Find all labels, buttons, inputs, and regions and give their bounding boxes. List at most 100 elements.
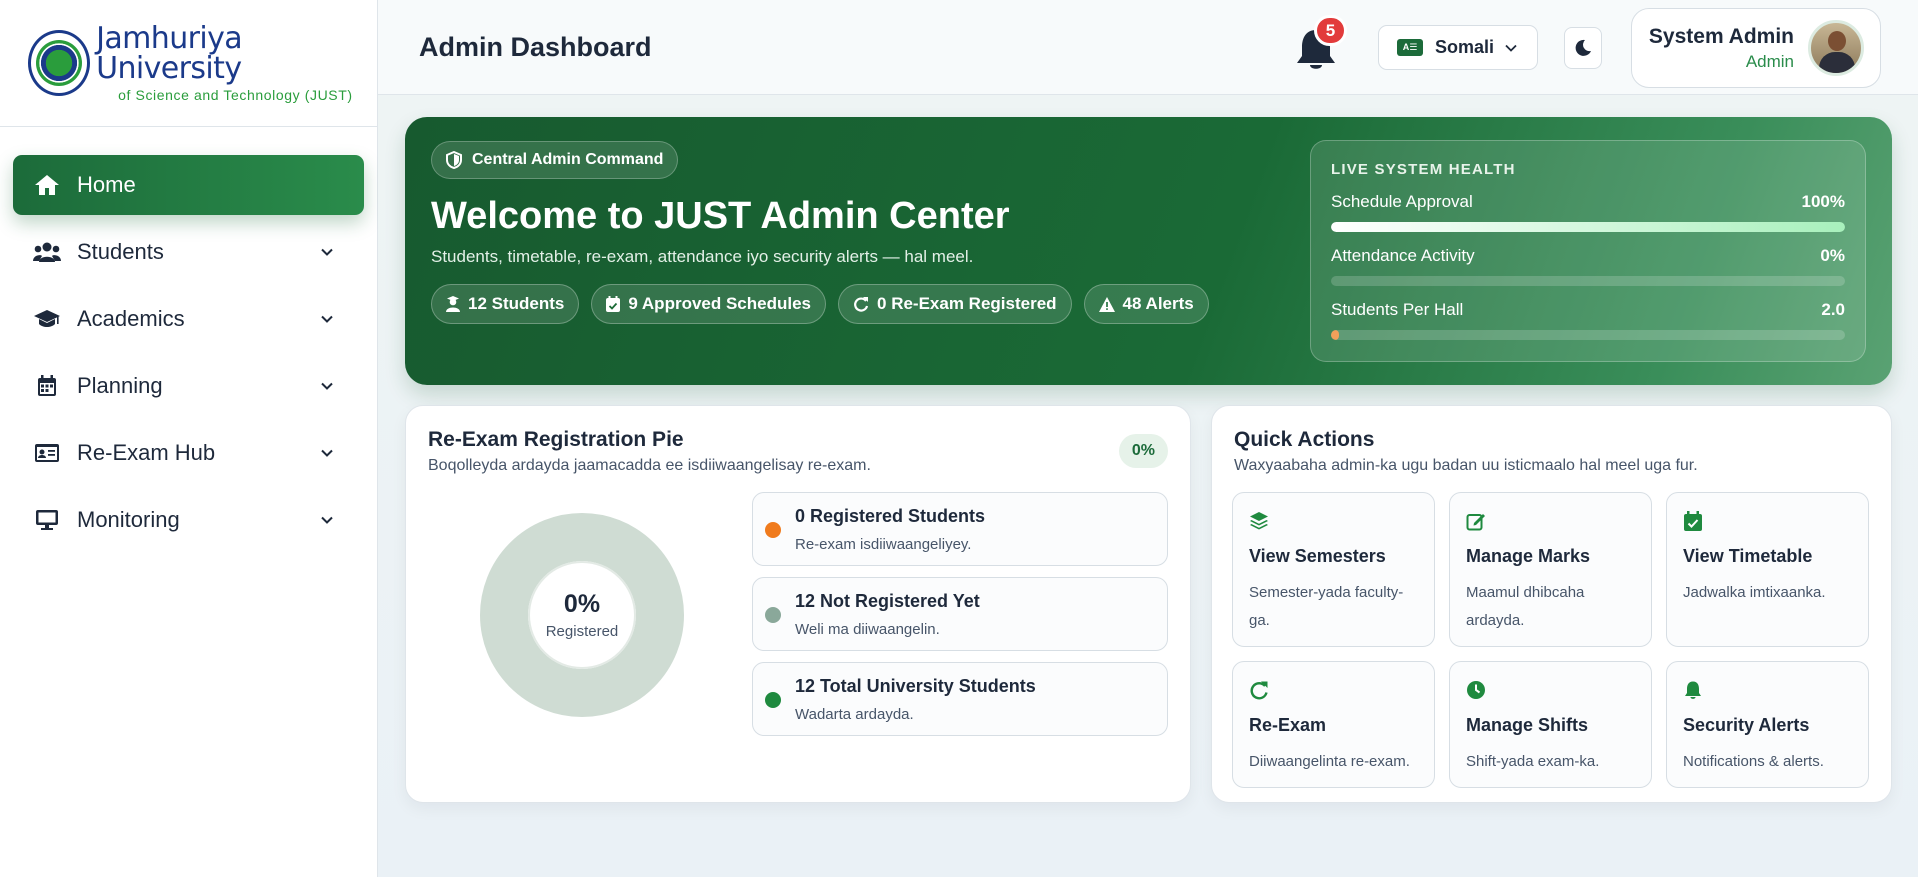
hero-subtitle: Students, timetable, re-exam, attendance… [431,247,974,266]
sidebar-item-planning[interactable]: Planning [13,356,364,416]
legend-dot [765,522,781,538]
quick-action-title: Manage Marks [1466,546,1591,566]
hero-tag: Central Admin Command [431,141,679,179]
bell-icon [1685,681,1701,699]
quick-action-desc: Maamul dhibcaha ardayda. [1466,584,1585,629]
user-profile-menu[interactable]: System Admin Admin [1631,8,1881,88]
stat-chip-alerts[interactable]: 48 Alerts [1083,284,1209,324]
sidebar-item-home[interactable]: Home [13,155,364,215]
progress-track [1331,276,1845,286]
top-header: Admin Dashboard 5 A☰ Somali System Admin… [378,0,1918,95]
page-title: Admin Dashboard [419,31,652,62]
legend-item-total-students: 12 Total University Students Wadarta ard… [752,662,1168,736]
translate-icon: A☰ [1397,39,1423,56]
metric-label: Students Per Hall [1331,300,1464,319]
university-seal-icon [28,30,91,96]
metric-value: 0% [1820,246,1845,265]
donut-percent: 0% [563,590,601,618]
metric-attendance-activity: Attendance Activity 0% [1331,246,1845,286]
sidebar: Jamhuriya University of Science and Tech… [0,0,378,877]
quick-action-desc: Jadwalka imtixaanka. [1683,584,1826,601]
theme-toggle-button[interactable] [1564,27,1602,69]
metric-label: Attendance Activity [1331,246,1475,265]
progress-fill [1331,222,1845,232]
sidebar-item-monitoring[interactable]: Monitoring [13,490,364,550]
legend-title: 12 Total University Students [795,676,1036,696]
notification-count-badge: 5 [1314,15,1347,46]
quick-action-re-exam[interactable]: Re-Exam Diiwaangelinta re-exam. [1232,661,1435,788]
edit-icon [1466,514,1485,531]
percent-badge: 0% [1118,434,1168,468]
language-label: Somali [1435,37,1495,57]
quick-action-title: Security Alerts [1683,715,1810,735]
brand-logo[interactable]: Jamhuriya University of Science and Tech… [0,0,377,127]
users-icon [33,240,61,264]
sidebar-item-label: Planning [77,373,163,398]
chevron-down-icon [321,248,333,256]
clock-icon [1467,681,1485,699]
sidebar-item-label: Home [77,172,136,197]
brand-name: Jamhuriya University [96,21,243,86]
hero-title: Welcome to JUST Admin Center [431,195,1010,237]
legend-title: 12 Not Registered Yet [795,591,980,611]
legend-title: 0 Registered Students [795,506,986,526]
quick-action-manage-marks[interactable]: Manage Marks Maamul dhibcaha ardayda. [1449,492,1652,647]
metric-students-per-hall: Students Per Hall 2.0 [1331,300,1845,340]
legend-dot [765,607,781,623]
card-title: Re-Exam Registration Pie [428,428,684,451]
stat-chip-schedules[interactable]: 9 Approved Schedules [591,284,827,324]
quick-actions-grid: View Semesters Semester-yada faculty-ga.… [1232,492,1869,816]
registration-legend: 0 Registered Students Re-exam isdiiwaang… [752,492,1168,747]
calendar-check-icon [1684,511,1702,531]
card-title: Quick Actions [1234,428,1375,451]
monitor-icon [33,508,61,532]
user-graduate-icon [446,296,460,312]
quick-action-desc: Semester-yada faculty-ga. [1249,584,1404,629]
quick-action-title: View Semesters [1249,546,1386,566]
sidebar-item-label: Monitoring [77,507,180,532]
metric-value: 100% [1801,192,1845,211]
quick-action-view-semesters[interactable]: View Semesters Semester-yada faculty-ga. [1232,492,1435,647]
moon-icon [1575,39,1591,56]
sidebar-item-academics[interactable]: Academics [13,289,364,349]
progress-track [1331,222,1845,232]
stat-chip-label: 48 Alerts [1122,294,1194,313]
refresh-icon [1250,681,1268,700]
sidebar-item-label: Academics [77,306,185,331]
stat-chip-label: 9 Approved Schedules [628,294,812,313]
chevron-down-icon [321,449,333,457]
user-name: System Admin [1648,24,1794,48]
progress-fill [1331,330,1339,340]
home-icon [33,173,61,197]
shield-icon [446,151,462,169]
metric-label: Schedule Approval [1331,192,1473,211]
calendar-check-icon [606,296,621,312]
donut-center-label: 0% Registered [480,513,684,717]
stat-chip-students[interactable]: 12 Students [431,284,580,324]
calendar-icon [33,374,61,398]
donut-caption: Registered [545,623,619,640]
quick-action-title: Re-Exam [1249,715,1327,735]
graduation-cap-icon [33,307,61,331]
user-role: Admin [1745,51,1794,71]
quick-action-security-alerts[interactable]: Security Alerts Notifications & alerts. [1666,661,1869,788]
refresh-icon [854,297,869,312]
legend-dot [765,692,781,708]
legend-subtitle: Wadarta ardayda. [795,706,914,723]
hero-tag-label: Central Admin Command [472,151,664,168]
chevron-down-icon [321,382,333,390]
sidebar-item-students[interactable]: Students [13,222,364,282]
sidebar-item-re-exam-hub[interactable]: Re-Exam Hub [13,423,364,483]
quick-action-desc: Notifications & alerts. [1683,753,1824,770]
layers-icon [1250,512,1268,530]
quick-action-manage-shifts[interactable]: Manage Shifts Shift-yada exam-ka. [1449,661,1652,788]
avatar [1808,20,1864,76]
card-subtitle: Waxyaabaha admin-ka ugu badan uu isticma… [1234,457,1698,474]
quick-action-view-timetable[interactable]: View Timetable Jadwalka imtixaanka. [1666,492,1869,647]
sidebar-nav: Home Students Academics Planning Re-Exam… [0,127,377,550]
health-title: LIVE SYSTEM HEALTH [1331,161,1516,178]
sidebar-item-label: Students [77,239,164,264]
stat-chip-re-exam[interactable]: 0 Re-Exam Registered [838,284,1072,324]
language-selector[interactable]: A☰ Somali [1378,25,1538,70]
card-subtitle: Boqolleyda ardayda jaamacadda ee isdiiwa… [428,457,871,474]
